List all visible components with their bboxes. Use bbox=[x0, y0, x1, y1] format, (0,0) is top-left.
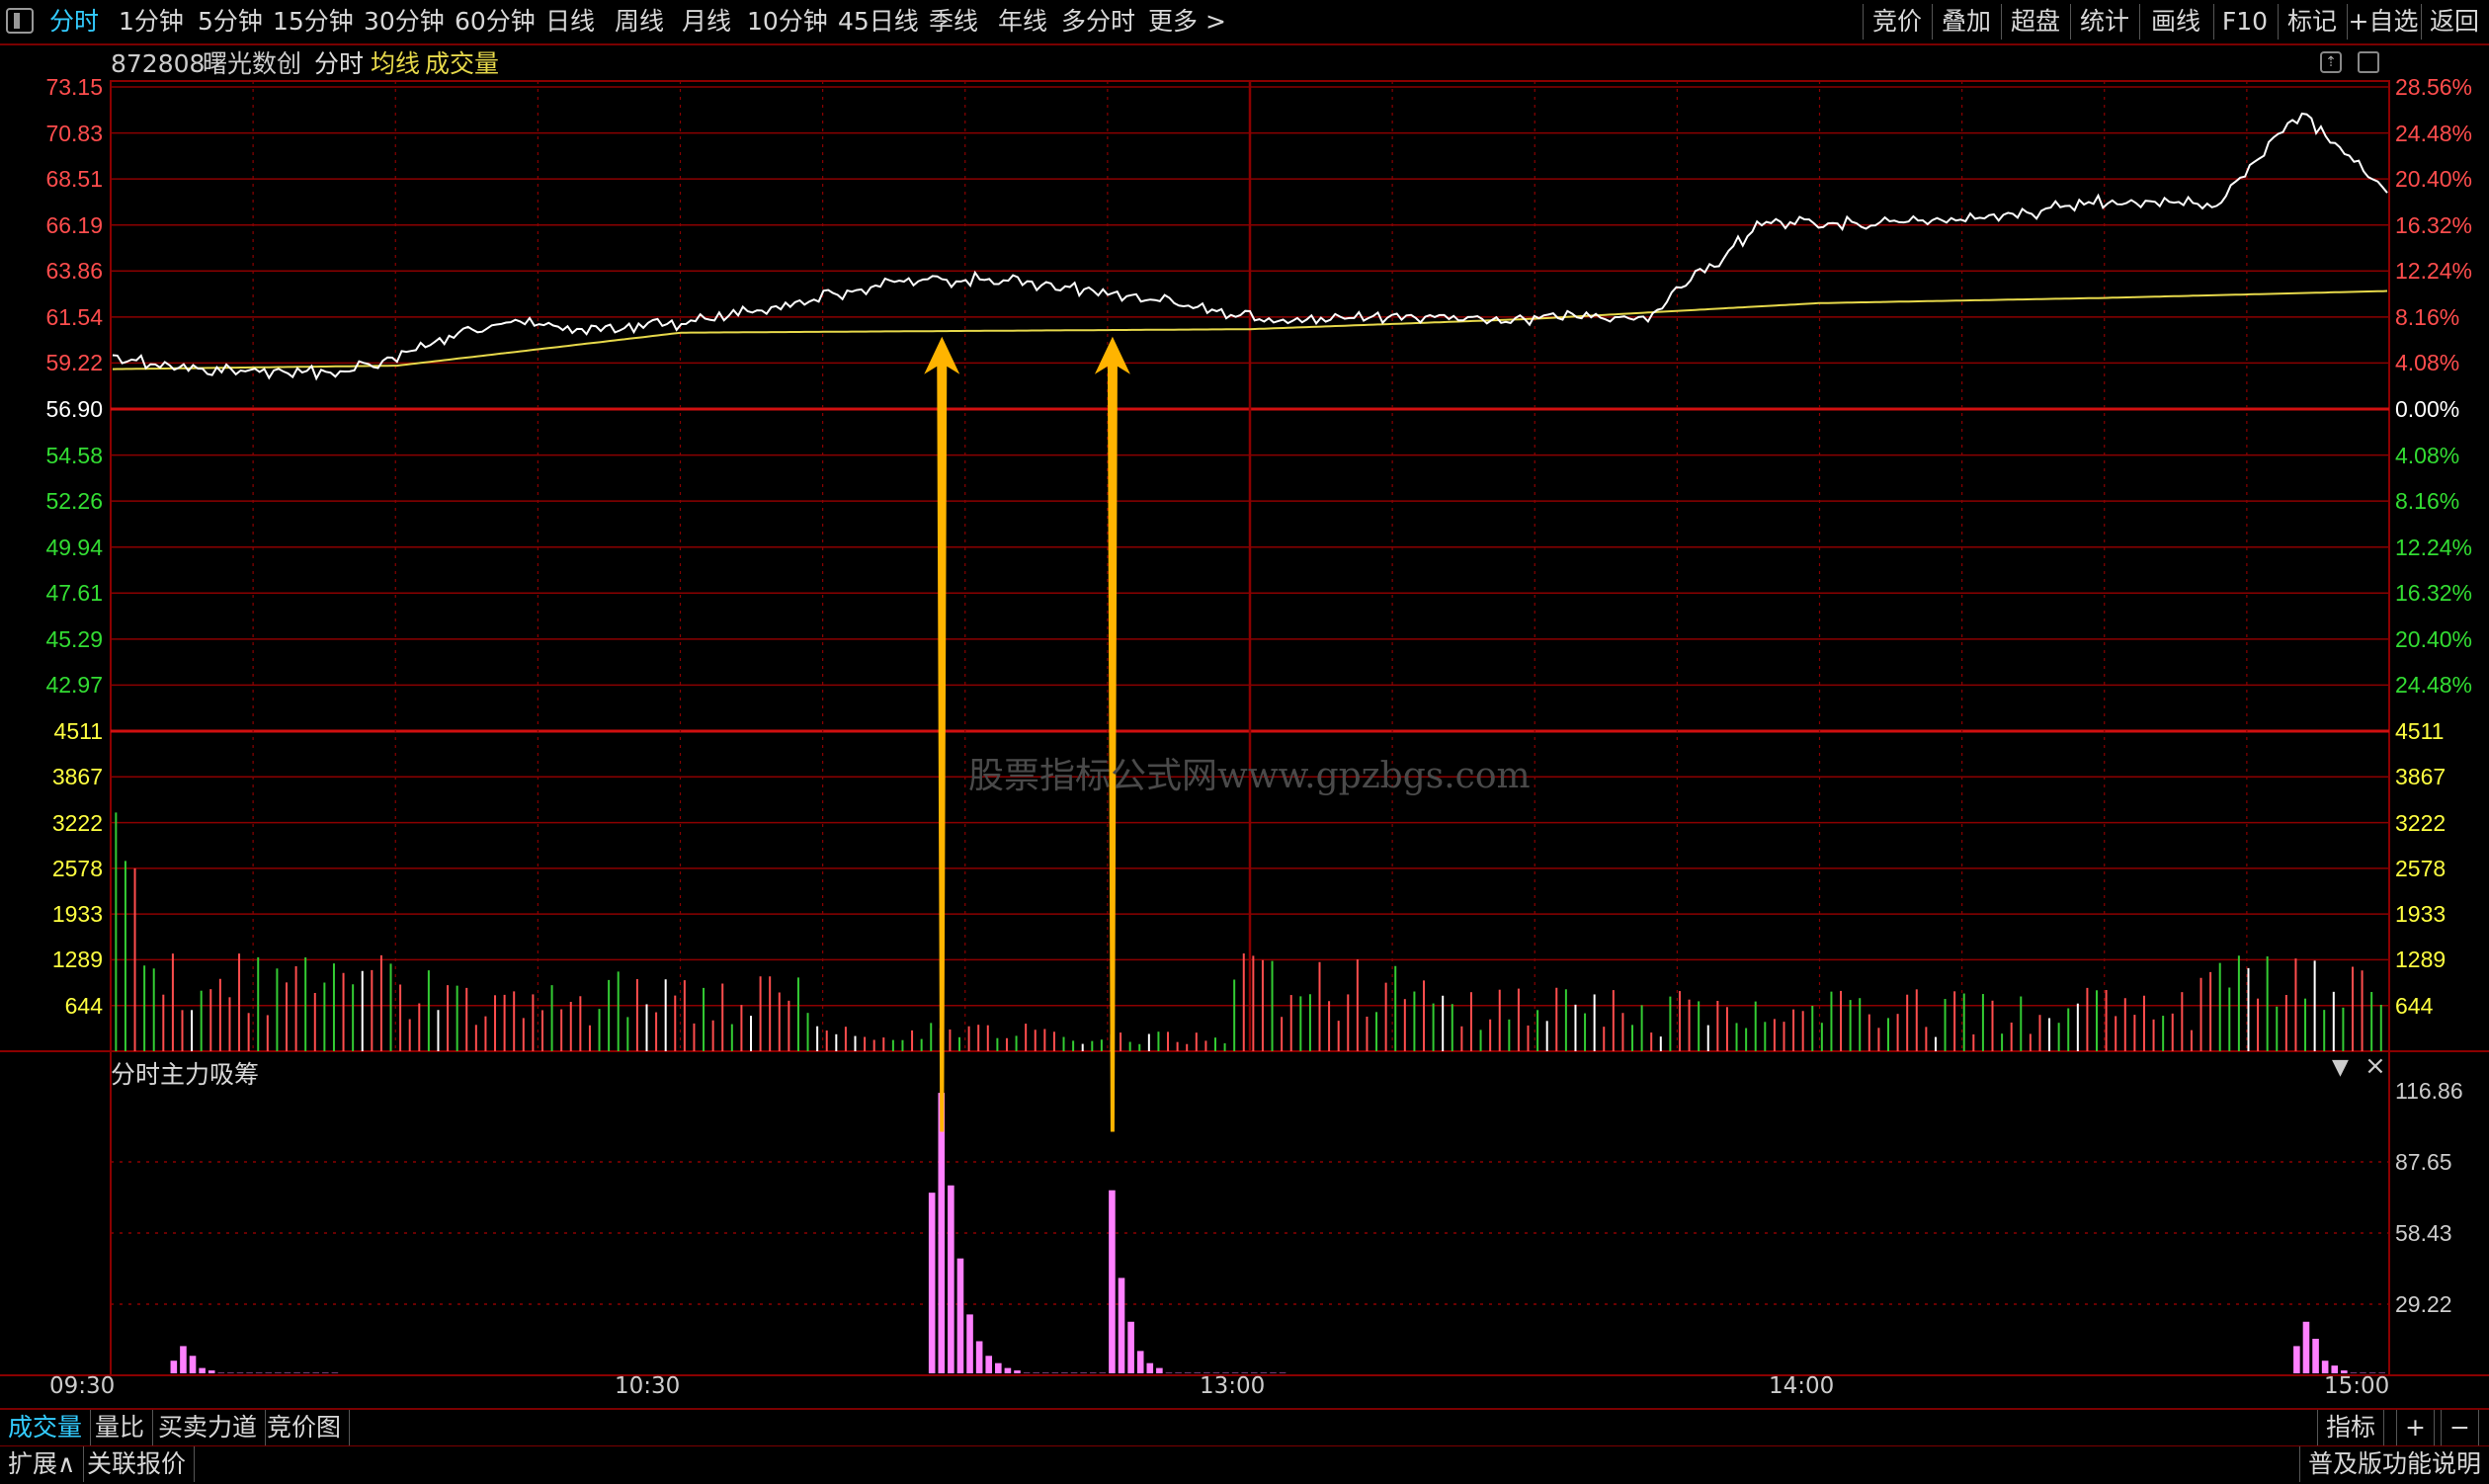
indicator-bar bbox=[957, 1259, 964, 1373]
bottom-tab-1[interactable]: 量比 bbox=[87, 1410, 153, 1445]
indicator-bar bbox=[199, 1368, 206, 1373]
indicator-title: 分时主力吸筹 bbox=[111, 1055, 259, 1091]
price-label: 66.19 bbox=[45, 210, 103, 240]
indicator-bar bbox=[1109, 1191, 1116, 1373]
bottom-tab-3[interactable]: 竞价图 bbox=[259, 1410, 350, 1445]
indicator-close-icon[interactable]: × bbox=[2365, 1051, 2386, 1081]
volume-label: 1933 bbox=[52, 899, 103, 929]
price-label: 52.26 bbox=[45, 486, 103, 516]
arrow-up-2 bbox=[1095, 337, 1130, 1132]
indicator-bar bbox=[2322, 1360, 2329, 1373]
volume-label-right: 644 bbox=[2395, 991, 2433, 1021]
time-label: 09:30 bbox=[49, 1373, 115, 1399]
percent-label: 8.16% bbox=[2395, 302, 2459, 332]
fullscreen-icon[interactable]: ⇡ bbox=[2320, 51, 2342, 73]
price-label: 63.86 bbox=[45, 256, 103, 286]
indicator-bar bbox=[2312, 1339, 2319, 1373]
price-label: 68.51 bbox=[45, 164, 103, 194]
percent-label: 4.08% bbox=[2395, 348, 2459, 377]
percent-label: 16.32% bbox=[2395, 578, 2472, 608]
volume-label-right: 4511 bbox=[2395, 716, 2444, 746]
percent-label: 4.08% bbox=[2395, 441, 2459, 470]
price-label: 49.94 bbox=[45, 533, 103, 562]
price-label: 45.29 bbox=[45, 624, 103, 654]
volume-label-right: 1289 bbox=[2395, 945, 2446, 974]
percent-label: 8.16% bbox=[2395, 486, 2459, 516]
price-label: 47.61 bbox=[45, 578, 103, 608]
indicator-bar bbox=[208, 1370, 215, 1373]
price-label: 73.15 bbox=[45, 72, 103, 102]
volume-label: 2578 bbox=[52, 854, 103, 883]
price-label: 70.83 bbox=[45, 119, 103, 148]
volume-label-right: 3222 bbox=[2395, 808, 2446, 838]
time-label: 14:00 bbox=[1769, 1373, 1834, 1399]
volume-label: 4511 bbox=[54, 716, 103, 746]
indicator-bar bbox=[929, 1193, 936, 1373]
percent-label: 20.40% bbox=[2395, 624, 2472, 654]
indicator-bar bbox=[1005, 1368, 1012, 1373]
price-label: 54.58 bbox=[45, 441, 103, 470]
bottom-tab-0[interactable]: 成交量 bbox=[0, 1410, 91, 1445]
volume-label-right: 1933 bbox=[2395, 899, 2446, 929]
indicator-dropdown-icon[interactable]: ▼ bbox=[2332, 1055, 2349, 1080]
indicator-axis-label: 29.22 bbox=[2395, 1289, 2452, 1319]
indicator-bar bbox=[1119, 1278, 1125, 1373]
indicator-bar bbox=[190, 1356, 197, 1373]
indicator-bar bbox=[2293, 1346, 2300, 1373]
intraday-chart bbox=[0, 0, 2489, 1483]
volume-label-right: 3867 bbox=[2395, 762, 2446, 791]
indicator-bar bbox=[976, 1341, 983, 1373]
bottom-right-button-0[interactable]: 指标 bbox=[2317, 1410, 2384, 1445]
volume-label: 3867 bbox=[52, 762, 103, 791]
percent-label: 28.56% bbox=[2395, 72, 2472, 102]
bottom-row2-item-0[interactable]: 扩展∧ bbox=[0, 1446, 84, 1482]
indicator-bar bbox=[171, 1360, 178, 1373]
watermark: 股票指标公式网www.gpzbgs.com bbox=[968, 747, 1531, 798]
percent-label: 16.32% bbox=[2395, 210, 2472, 240]
indicator-bar bbox=[1156, 1368, 1163, 1373]
volume-label-right: 2578 bbox=[2395, 854, 2446, 883]
percent-label: 20.40% bbox=[2395, 164, 2472, 194]
indicator-axis-label: 87.65 bbox=[2395, 1147, 2452, 1177]
indicator-bar bbox=[938, 1093, 945, 1373]
price-label: 61.54 bbox=[45, 302, 103, 332]
indicator-axis-label: 58.43 bbox=[2395, 1218, 2452, 1248]
indicator-bar bbox=[985, 1356, 992, 1373]
indicator-bar bbox=[1137, 1351, 1144, 1373]
indicator-bar bbox=[948, 1186, 954, 1373]
help-link[interactable]: 普及版功能说明 bbox=[2299, 1446, 2489, 1482]
indicator-axis-label: 116.86 bbox=[2395, 1076, 2463, 1106]
layout-icon[interactable] bbox=[2358, 51, 2379, 73]
indicator-bar bbox=[2303, 1322, 2310, 1373]
percent-label: 12.24% bbox=[2395, 256, 2472, 286]
arrow-up-1 bbox=[924, 337, 959, 1132]
percent-label: 24.48% bbox=[2395, 670, 2472, 700]
indicator-bar bbox=[966, 1314, 973, 1373]
percent-label-base: 0.00% bbox=[2395, 394, 2459, 424]
bottom-right-button-1[interactable]: + bbox=[2396, 1410, 2435, 1445]
percent-label: 24.48% bbox=[2395, 119, 2472, 148]
bottom-indicator-tabs: 成交量量比买卖力道竞价图 指标 +− bbox=[0, 1408, 2489, 1445]
price-label: 59.22 bbox=[45, 348, 103, 377]
time-label: 13:00 bbox=[1200, 1373, 1265, 1399]
bottom-tab-2[interactable]: 买卖力道 bbox=[150, 1410, 266, 1445]
volume-label: 1289 bbox=[52, 945, 103, 974]
indicator-bar bbox=[1146, 1363, 1153, 1373]
percent-label: 12.24% bbox=[2395, 533, 2472, 562]
indicator-bar bbox=[2331, 1365, 2338, 1373]
indicator-bar bbox=[180, 1346, 187, 1373]
price-label: 42.97 bbox=[45, 670, 103, 700]
volume-label: 644 bbox=[65, 991, 103, 1021]
volume-label: 3222 bbox=[52, 808, 103, 838]
price-label-base: 56.90 bbox=[45, 394, 103, 424]
bottom-right-button-2[interactable]: − bbox=[2441, 1410, 2479, 1445]
indicator-bar bbox=[1014, 1370, 1021, 1373]
time-label: 15:00 bbox=[2324, 1373, 2389, 1399]
indicator-bar bbox=[1127, 1322, 1134, 1373]
bottom-extension-bar: 扩展∧关联报价 普及版功能说明 bbox=[0, 1445, 2489, 1484]
time-label: 10:30 bbox=[615, 1373, 680, 1399]
bottom-row2-item-1[interactable]: 关联报价 bbox=[79, 1446, 195, 1482]
indicator-bar bbox=[995, 1363, 1002, 1373]
